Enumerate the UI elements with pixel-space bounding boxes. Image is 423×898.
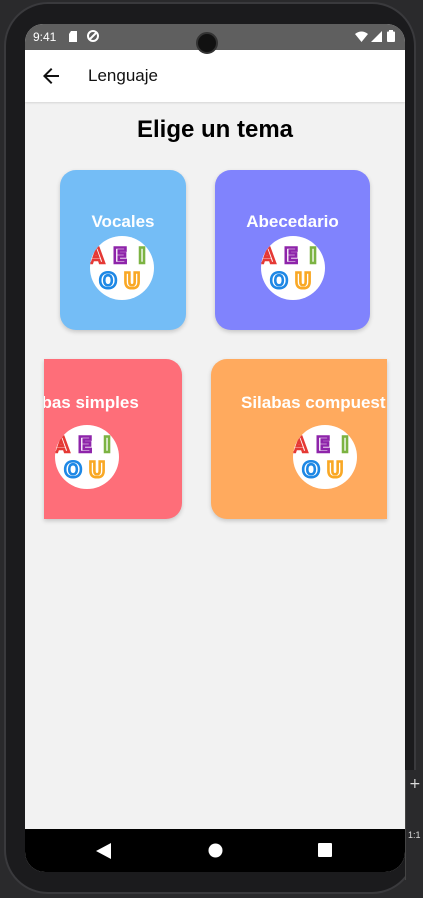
app-bar: Lenguaje	[25, 50, 405, 102]
nav-recents-icon[interactable]	[318, 843, 332, 857]
battery-icon	[387, 30, 395, 42]
vowel-letter: A	[261, 244, 276, 268]
topic-label: abas simples	[44, 393, 139, 412]
vowel-letter: A	[55, 433, 70, 457]
vowel-letter: A	[90, 244, 105, 268]
vowels-badge-icon: AEIOU	[261, 236, 325, 300]
topic-card-silabas-simples[interactable]: abas simples AEIOU	[44, 359, 182, 519]
vowel-letter: I	[341, 433, 349, 457]
vowel-letter: U	[326, 458, 343, 482]
vowel-letter: U	[88, 458, 105, 482]
vowel-letter: O	[64, 458, 82, 482]
vowel-letter: E	[316, 433, 330, 457]
status-time: 9:41	[33, 30, 57, 44]
vowel-letter: O	[99, 269, 117, 293]
nav-back-icon[interactable]	[96, 843, 111, 859]
vowel-letter: O	[302, 458, 320, 482]
vowel-letter: E	[78, 433, 92, 457]
vowel-letter: E	[284, 244, 298, 268]
vowels-badge-icon: AEIOU	[90, 236, 154, 300]
vowel-letter: I	[103, 433, 111, 457]
topic-label: Vocales	[91, 212, 155, 231]
zoom-ratio[interactable]: 1:1	[408, 830, 421, 840]
vowels-badge-icon: AEIOU	[55, 425, 119, 489]
vowel-letter: U	[294, 269, 311, 293]
vowel-letter: A	[293, 433, 308, 457]
signal-icon	[371, 31, 382, 42]
back-arrow-icon[interactable]	[39, 64, 63, 88]
vowel-letter: U	[123, 269, 140, 293]
sd-card-icon	[69, 31, 77, 42]
topic-card-silabas-compuestas[interactable]: Silabas compuest AEIOU	[211, 359, 387, 519]
app-bar-title: Lenguaje	[88, 66, 158, 85]
vowel-letter: E	[113, 244, 127, 268]
device-frame: 9:41 Lenguaje Elige un tema Vocales AEIO…	[4, 2, 416, 894]
nav-home-icon[interactable]	[208, 843, 223, 858]
vowels-badge-icon: AEIOU	[293, 425, 357, 489]
vowel-letter: O	[270, 269, 288, 293]
zoom-in-icon[interactable]: +	[409, 776, 421, 792]
wifi-icon	[355, 31, 368, 42]
page-heading: Elige un tema	[136, 116, 294, 143]
system-navigation-bar	[25, 829, 405, 872]
topic-card-vocales[interactable]: Vocales AEIOU	[60, 170, 186, 330]
topic-card-abecedario[interactable]: Abecedario AEIOU	[215, 170, 370, 330]
do-not-disturb-icon	[87, 30, 99, 42]
vowel-letter: I	[138, 244, 146, 268]
vowel-letter: I	[309, 244, 317, 268]
topic-label: Abecedario	[246, 212, 339, 231]
phone-screen: 9:41 Lenguaje Elige un tema Vocales AEIO…	[25, 24, 405, 872]
emulator-side-panel: + 1:1	[405, 770, 423, 880]
front-camera	[196, 32, 218, 54]
topic-label: Silabas compuest	[241, 393, 386, 412]
